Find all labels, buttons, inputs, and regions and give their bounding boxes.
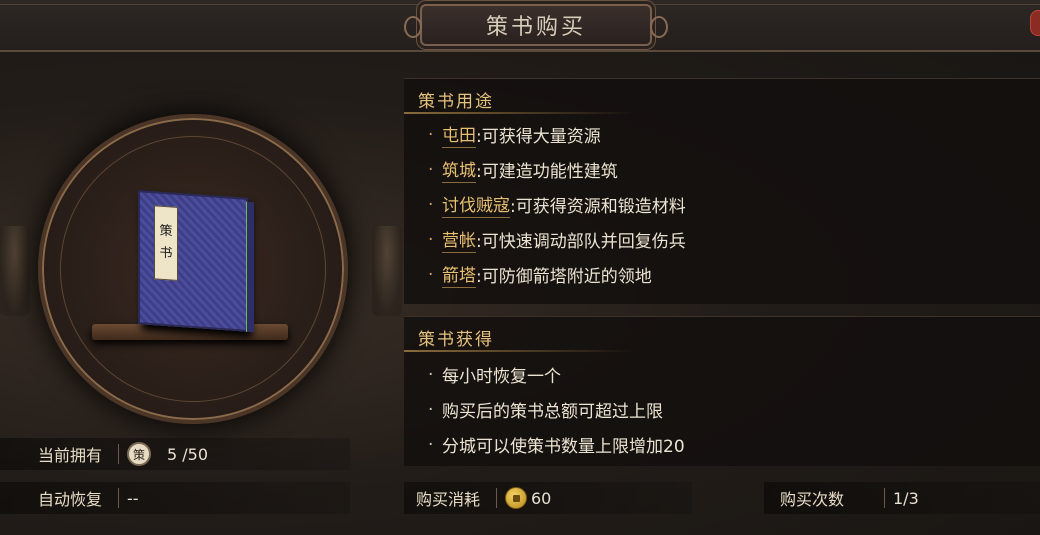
owned-label: 当前拥有	[38, 446, 103, 465]
obtain-list: · 每小时恢复一个 · 购买后的策书总额可超过上限 · 分城可以使策书数量上限增…	[428, 357, 685, 462]
gold-coin-icon	[505, 487, 527, 509]
header-bar: 策书购买	[0, 0, 1040, 52]
obtain-desc: 每小时恢复一个	[442, 367, 561, 387]
usage-item: · 营帐 :可快速调动部队并回复伤兵	[428, 222, 686, 257]
obtain-item: · 每小时恢复一个	[428, 357, 685, 392]
count-divider	[884, 488, 885, 508]
book-spine	[246, 201, 254, 333]
count-label: 购买次数	[780, 490, 845, 509]
usage-link-yingzhang[interactable]: 营帐	[442, 226, 476, 253]
owned-row: 当前拥有 策 5 /50	[0, 438, 350, 470]
auto-recover-value: --	[127, 488, 139, 508]
purchase-dialog: 策书购买 策 书 当前拥有 策 5 /50 自动恢复 -- 策书用途 · 屯田 …	[0, 0, 1040, 535]
book-label-char-2: 书	[159, 245, 173, 262]
auto-recover-label: 自动恢复	[38, 490, 103, 509]
usage-item: · 讨伐贼寇 :可获得资源和锻造材料	[428, 187, 686, 222]
book-illustration-panel: 策 书	[0, 56, 402, 436]
owned-value: 5 /50	[167, 444, 209, 464]
usage-section: 策书用途 · 屯田 :可获得大量资源 · 筑城 :可建造功能性建筑 · 讨伐贼寇…	[404, 78, 1040, 304]
usage-desc: :可防御箭塔附近的领地	[476, 267, 652, 287]
purchase-info-row: 购买消耗 60 购买次数 1/3	[404, 482, 1040, 514]
ce-badge-icon: 策	[127, 442, 151, 466]
usage-link-jianta[interactable]: 箭塔	[442, 261, 476, 288]
usage-item: · 箭塔 :可防御箭塔附近的领地	[428, 257, 686, 292]
obtain-desc: 购买后的策书总额可超过上限	[442, 402, 663, 422]
count-value: 1/3	[893, 488, 919, 508]
usage-title-underline	[404, 112, 634, 114]
bullet-dot: ·	[428, 124, 434, 145]
obtain-title-underline	[404, 350, 634, 352]
usage-link-tuntian[interactable]: 屯田	[442, 121, 476, 148]
cost-value: 60	[531, 488, 552, 508]
close-button[interactable]	[1030, 10, 1040, 36]
owned-divider	[118, 444, 119, 464]
lamp-left-decoration	[0, 226, 30, 316]
bullet-dot: ·	[428, 194, 434, 215]
obtain-item: · 分城可以使策书数量上限增加20	[428, 427, 685, 462]
bullet-dot: ·	[428, 229, 434, 250]
obtain-desc: 分城可以使策书数量上限增加20	[442, 437, 685, 457]
usage-list: · 屯田 :可获得大量资源 · 筑城 :可建造功能性建筑 · 讨伐贼寇 :可获得…	[428, 117, 686, 292]
auto-recover-divider	[118, 488, 119, 508]
usage-desc: :可建造功能性建筑	[476, 162, 618, 182]
strategy-book-icon: 策 书	[138, 190, 254, 333]
usage-desc: :可快速调动部队并回复伤兵	[476, 232, 686, 252]
usage-item: · 筑城 :可建造功能性建筑	[428, 152, 686, 187]
bullet-dot: ·	[428, 434, 434, 455]
bullet-dot: ·	[428, 159, 434, 180]
obtain-section: 策书获得 · 每小时恢复一个 · 购买后的策书总额可超过上限 · 分城可以使策书…	[404, 316, 1040, 466]
obtain-title: 策书获得	[418, 330, 494, 350]
usage-desc: :可获得资源和锻造材料	[510, 197, 686, 217]
book-cover-label: 策 书	[154, 205, 178, 281]
usage-item: · 屯田 :可获得大量资源	[428, 117, 686, 152]
obtain-item: · 购买后的策书总额可超过上限	[428, 392, 685, 427]
title-plate: 策书购买	[404, 4, 668, 46]
bullet-dot: ·	[428, 264, 434, 285]
count-row: 购买次数 1/3	[764, 482, 1040, 514]
bullet-dot: ·	[428, 399, 434, 420]
cost-label: 购买消耗	[416, 490, 481, 509]
usage-link-taofa[interactable]: 讨伐贼寇	[442, 191, 510, 218]
auto-recover-row: 自动恢复 --	[0, 482, 350, 514]
book-label-char-1: 策	[159, 223, 173, 240]
usage-link-zhucheng[interactable]: 筑城	[442, 156, 476, 183]
cost-divider	[496, 488, 497, 508]
cost-row: 购买消耗 60	[404, 482, 692, 514]
usage-desc: :可获得大量资源	[476, 127, 601, 147]
bullet-dot: ·	[428, 364, 434, 385]
lamp-right-decoration	[372, 226, 402, 316]
dialog-title: 策书购买	[485, 15, 586, 40]
usage-title: 策书用途	[418, 92, 494, 112]
